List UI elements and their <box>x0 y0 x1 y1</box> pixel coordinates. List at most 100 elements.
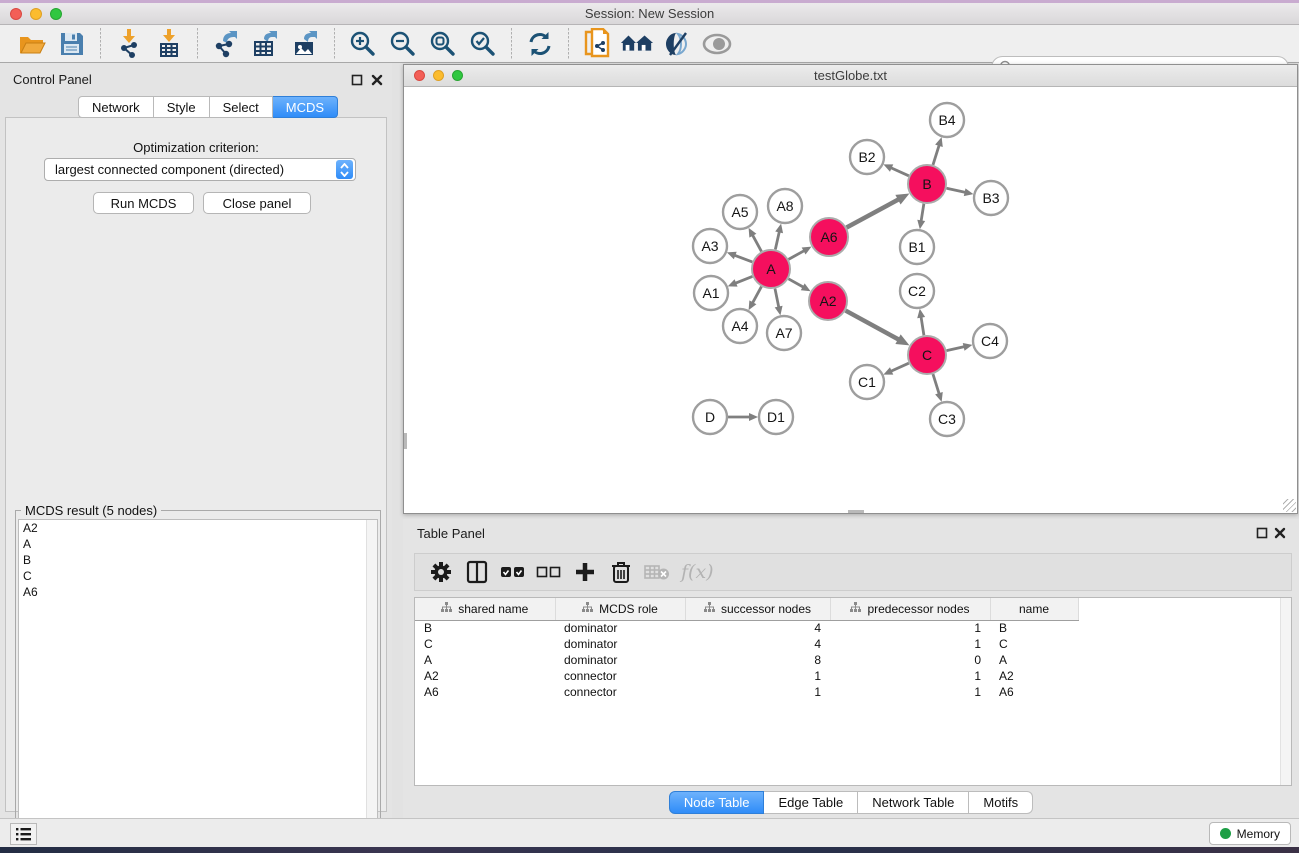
result-item[interactable]: B <box>19 552 377 568</box>
edge-B-B3[interactable] <box>947 188 967 192</box>
mcds-result-list[interactable]: A2ABCA6 <box>18 519 378 853</box>
minimize-network-button[interactable] <box>433 70 444 81</box>
zoom-out-icon[interactable] <box>386 28 420 60</box>
columns-icon[interactable] <box>462 557 492 587</box>
edge-A-A2[interactable] <box>788 279 804 288</box>
cell-predecessor-nodes[interactable]: 1 <box>830 668 990 684</box>
cell-successor-nodes[interactable]: 8 <box>685 652 830 668</box>
tab-network-table[interactable]: Network Table <box>858 791 969 814</box>
cell-MCDS-role[interactable]: dominator <box>555 652 685 668</box>
cell-shared-name[interactable]: A2 <box>415 668 555 684</box>
edge-A-A5[interactable] <box>752 234 762 251</box>
close-panel-button[interactable]: Close panel <box>203 192 311 214</box>
cell-shared-name[interactable]: B <box>415 620 555 636</box>
node-table[interactable]: shared nameMCDS rolesuccessor nodesprede… <box>414 597 1292 786</box>
edge-B-B4[interactable] <box>933 144 940 165</box>
cell-predecessor-nodes[interactable]: 1 <box>830 620 990 636</box>
network-graph[interactable]: B4B2BB3A8A5A6A3B1AC2A1A2A4A7C4CC1C3DD1 <box>404 87 1297 513</box>
export-network-icon[interactable] <box>209 28 243 60</box>
edge-A6-B[interactable] <box>847 199 900 228</box>
edge-B-B2[interactable] <box>890 167 909 176</box>
tab-mcds[interactable]: MCDS <box>273 96 338 118</box>
cell-MCDS-role[interactable]: dominator <box>555 636 685 652</box>
cell-name[interactable]: A2 <box>990 668 1078 684</box>
edge-A-A7[interactable] <box>775 289 779 309</box>
edge-C-C3[interactable] <box>933 374 940 395</box>
zoom-network-button[interactable] <box>452 70 463 81</box>
table-row[interactable]: A2connector11A2 <box>415 668 1275 684</box>
network-window-titlebar[interactable]: testGlobe.txt <box>404 65 1297 87</box>
import-network-icon[interactable] <box>112 28 146 60</box>
edge-C-C4[interactable] <box>947 346 966 350</box>
toggle-view-icon[interactable] <box>700 28 734 60</box>
float-panel-icon[interactable] <box>351 73 364 86</box>
refresh-icon[interactable] <box>523 28 557 60</box>
memory-button[interactable]: Memory <box>1209 822 1291 845</box>
gear-icon[interactable] <box>426 557 456 587</box>
cell-shared-name[interactable]: A <box>415 652 555 668</box>
edge-B-B1[interactable] <box>921 204 924 223</box>
float-table-panel-icon[interactable] <box>1256 526 1269 539</box>
cell-MCDS-role[interactable]: connector <box>555 668 685 684</box>
open-session-icon[interactable] <box>15 28 49 60</box>
cell-successor-nodes[interactable]: 4 <box>685 636 830 652</box>
tab-node-table[interactable]: Node Table <box>669 791 765 814</box>
cell-successor-nodes[interactable]: 1 <box>685 668 830 684</box>
close-table-panel-icon[interactable] <box>1274 526 1287 539</box>
edge-A-A3[interactable] <box>733 255 752 262</box>
result-item[interactable]: A6 <box>19 584 377 600</box>
home-icon[interactable] <box>620 28 654 60</box>
table-row[interactable]: Adominator80A <box>415 652 1275 668</box>
tab-select[interactable]: Select <box>210 96 273 118</box>
table-row[interactable]: Cdominator41C <box>415 636 1275 652</box>
table-row[interactable]: A6connector11A6 <box>415 684 1275 700</box>
result-item[interactable]: C <box>19 568 377 584</box>
result-item[interactable]: A2 <box>19 520 377 536</box>
resize-grip-icon[interactable] <box>1283 499 1296 512</box>
cell-successor-nodes[interactable]: 4 <box>685 620 830 636</box>
zoom-fit-icon[interactable] <box>426 28 460 60</box>
task-history-button[interactable] <box>10 823 37 845</box>
cell-name[interactable]: A6 <box>990 684 1078 700</box>
table-scrollbar[interactable] <box>1280 598 1291 785</box>
export-image-icon[interactable] <box>289 28 323 60</box>
clone-network-icon[interactable] <box>580 28 614 60</box>
network-canvas[interactable]: B4B2BB3A8A5A6A3B1AC2A1A2A4A7C4CC1C3DD1 <box>404 87 1297 513</box>
add-icon[interactable] <box>570 557 600 587</box>
delete-table-icon[interactable] <box>642 557 672 587</box>
edge-A-A1[interactable] <box>734 276 752 283</box>
edge-A-A8[interactable] <box>775 230 779 249</box>
deselect-all-icon[interactable] <box>534 557 564 587</box>
edge-A-A6[interactable] <box>789 250 806 259</box>
result-scrollbar[interactable] <box>366 520 377 852</box>
edge-A2-C[interactable] <box>846 311 900 341</box>
table-row[interactable]: Bdominator41B <box>415 620 1275 636</box>
close-panel-icon[interactable] <box>371 73 384 86</box>
zoom-window-button[interactable] <box>50 8 62 20</box>
close-window-button[interactable] <box>10 8 22 20</box>
import-table-icon[interactable] <box>152 28 186 60</box>
zoom-in-icon[interactable] <box>346 28 380 60</box>
column-header-MCDS-role[interactable]: MCDS role <box>555 598 685 620</box>
criterion-dropdown[interactable]: largest connected component (directed) <box>44 158 356 181</box>
cell-MCDS-role[interactable]: connector <box>555 684 685 700</box>
column-header-predecessor-nodes[interactable]: predecessor nodes <box>830 598 990 620</box>
cell-name[interactable]: C <box>990 636 1078 652</box>
cell-shared-name[interactable]: A6 <box>415 684 555 700</box>
cell-predecessor-nodes[interactable]: 0 <box>830 652 990 668</box>
tab-network[interactable]: Network <box>78 96 154 118</box>
cell-predecessor-nodes[interactable]: 1 <box>830 636 990 652</box>
hide-graphics-details-icon[interactable] <box>660 28 694 60</box>
cell-shared-name[interactable]: C <box>415 636 555 652</box>
tab-style[interactable]: Style <box>154 96 210 118</box>
column-header-name[interactable]: name <box>990 598 1078 620</box>
edge-C-C1[interactable] <box>890 363 909 372</box>
edge-C-C2[interactable] <box>921 316 924 336</box>
close-network-button[interactable] <box>414 70 425 81</box>
export-table-icon[interactable] <box>249 28 283 60</box>
cell-name[interactable]: A <box>990 652 1078 668</box>
cell-predecessor-nodes[interactable]: 1 <box>830 684 990 700</box>
cell-name[interactable]: B <box>990 620 1078 636</box>
edge-A-A4[interactable] <box>752 287 762 304</box>
result-item[interactable]: A <box>19 536 377 552</box>
